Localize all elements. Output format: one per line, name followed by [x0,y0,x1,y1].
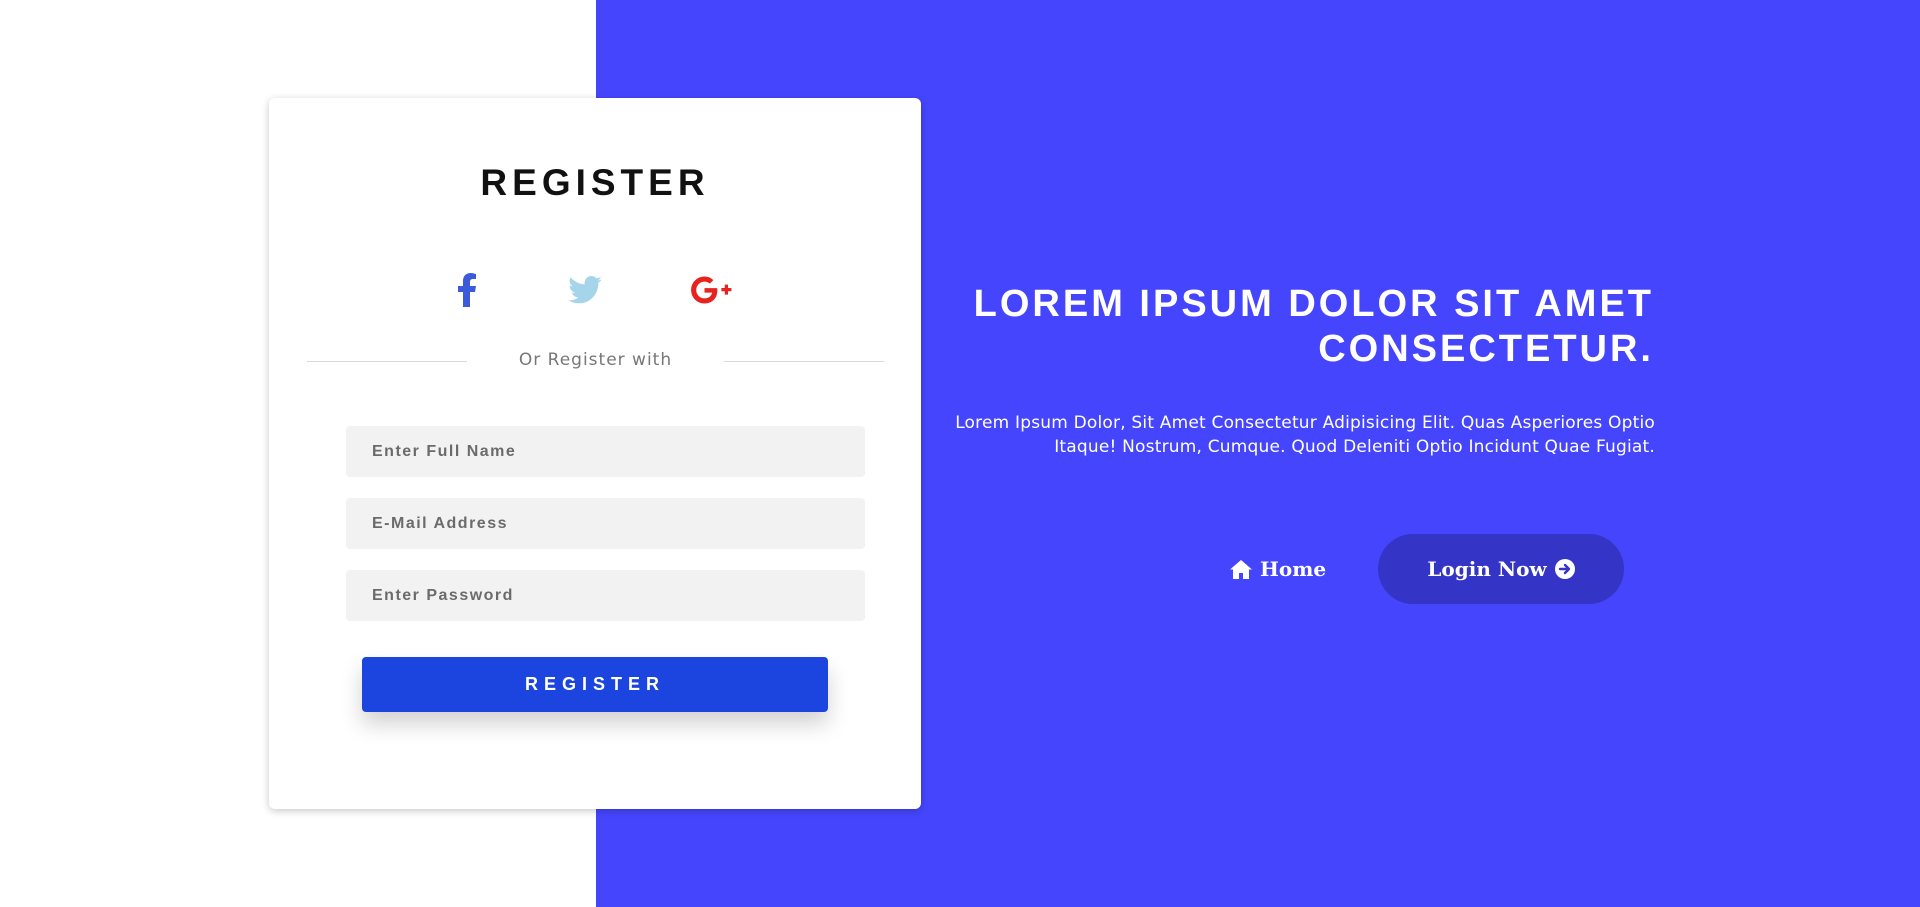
google-plus-icon [691,276,732,304]
divider-line-right [724,361,884,362]
email-input[interactable] [346,498,865,549]
hero-title: LOREM IPSUM DOLOR SIT AMET CONSECTETUR. [973,283,1654,370]
arrow-circle-right-icon [1554,559,1575,579]
home-icon [1230,559,1252,579]
home-label: Home [1260,557,1327,581]
divider-text: Or Register with [518,350,673,370]
twitter-button[interactable] [563,268,607,312]
password-input[interactable] [346,570,865,621]
register-button[interactable]: REGISTER [362,657,828,712]
login-now-button[interactable]: Login Now [1378,534,1624,604]
full-name-input[interactable] [346,426,865,477]
google-plus-button[interactable] [690,268,734,312]
facebook-icon [458,273,476,307]
login-label: Login Now [1427,557,1547,581]
facebook-button[interactable] [445,268,489,312]
register-page: REGISTER Or Register with REGISTER LOREM… [0,0,1920,907]
hero-description: Lorem Ipsum Dolor, Sit Amet Consectetur … [955,413,1655,457]
twitter-icon [568,276,602,304]
register-title: REGISTER [480,162,710,203]
divider-line-left [307,361,467,362]
home-link[interactable]: Home [1230,552,1326,586]
